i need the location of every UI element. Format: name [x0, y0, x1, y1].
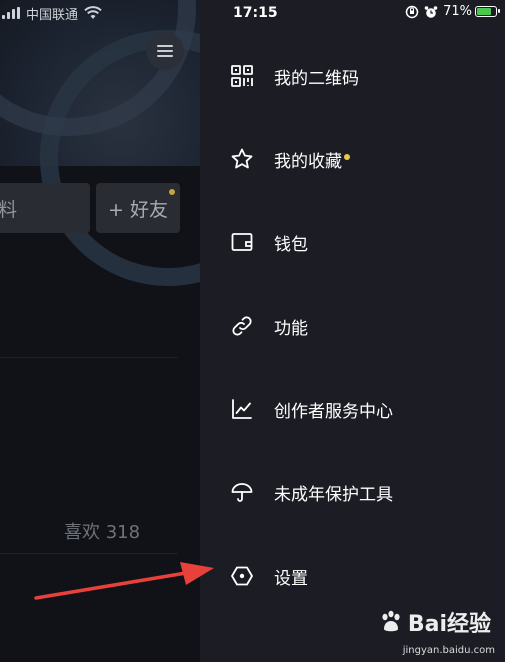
- watermark-url: jingyan.baidu.com: [402, 645, 495, 656]
- carrier-name: 中国联通: [26, 7, 79, 23]
- menu-button[interactable]: [146, 32, 184, 70]
- divider: [0, 553, 178, 554]
- watermark-brand: Bai经验: [407, 612, 491, 637]
- signal-strength-icon: [2, 7, 20, 19]
- alarm-icon: [424, 5, 438, 18]
- add-friend-label: + 好友: [108, 198, 168, 221]
- orientation-lock-icon: [405, 5, 419, 18]
- status-bar-left: 中国联通: [0, 0, 102, 26]
- new-badge-dot: [344, 153, 350, 160]
- drawer-item-minor-protection[interactable]: 未成年保护工具: [230, 477, 393, 507]
- drawer-item-label: 我的收藏: [274, 151, 342, 172]
- side-drawer: 17:15 71% 我的二维码 我的收藏 钱包 功能 创作者服务中心 未成年保护…: [200, 0, 505, 662]
- drawer-item-label: 创作者服务中心: [274, 401, 393, 422]
- paw-logo-icon: [382, 610, 400, 632]
- likes-tab[interactable]: 喜欢 318: [64, 518, 140, 544]
- hamburger-icon: [157, 42, 173, 60]
- drawer-item-settings[interactable]: 设置: [230, 561, 308, 591]
- drawer-item-label: 钱包: [274, 234, 308, 255]
- drawer-item-label: 设置: [274, 568, 308, 589]
- status-time: 17:15: [233, 5, 278, 21]
- drawer-item-creator-center[interactable]: 创作者服务中心: [230, 394, 393, 424]
- drawer-item-features[interactable]: 功能: [230, 311, 308, 341]
- add-friend-button[interactable]: + 好友: [96, 183, 180, 233]
- hexagon-settings-icon: [231, 566, 253, 586]
- wifi-icon: [84, 6, 102, 19]
- chart-line-icon: [232, 399, 252, 419]
- wallet-icon: [231, 233, 253, 251]
- profile-background-panel: 中国联通 料 + 好友 喜欢 318: [0, 0, 200, 662]
- divider: [0, 357, 178, 358]
- drawer-item-qrcode[interactable]: 我的二维码: [230, 61, 359, 91]
- drawer-item-label: 我的二维码: [274, 68, 359, 89]
- drawer-item-label: 功能: [274, 318, 308, 339]
- baidu-jingyan-watermark: Bai经验: [378, 606, 491, 638]
- star-icon: [231, 148, 253, 169]
- edit-profile-button[interactable]: 料: [0, 183, 90, 233]
- battery-percent: 71%: [443, 4, 472, 19]
- link-icon: [232, 316, 252, 336]
- edit-profile-label: 料: [0, 198, 18, 221]
- notification-dot: [169, 189, 175, 195]
- drawer-item-label: 未成年保护工具: [274, 484, 393, 505]
- battery-icon: [475, 6, 500, 17]
- status-bar-right: 71%: [405, 4, 500, 19]
- umbrella-icon: [231, 483, 253, 502]
- qrcode-icon: [231, 65, 253, 87]
- drawer-item-favorites[interactable]: 我的收藏: [230, 144, 350, 174]
- drawer-item-wallet[interactable]: 钱包: [230, 227, 308, 257]
